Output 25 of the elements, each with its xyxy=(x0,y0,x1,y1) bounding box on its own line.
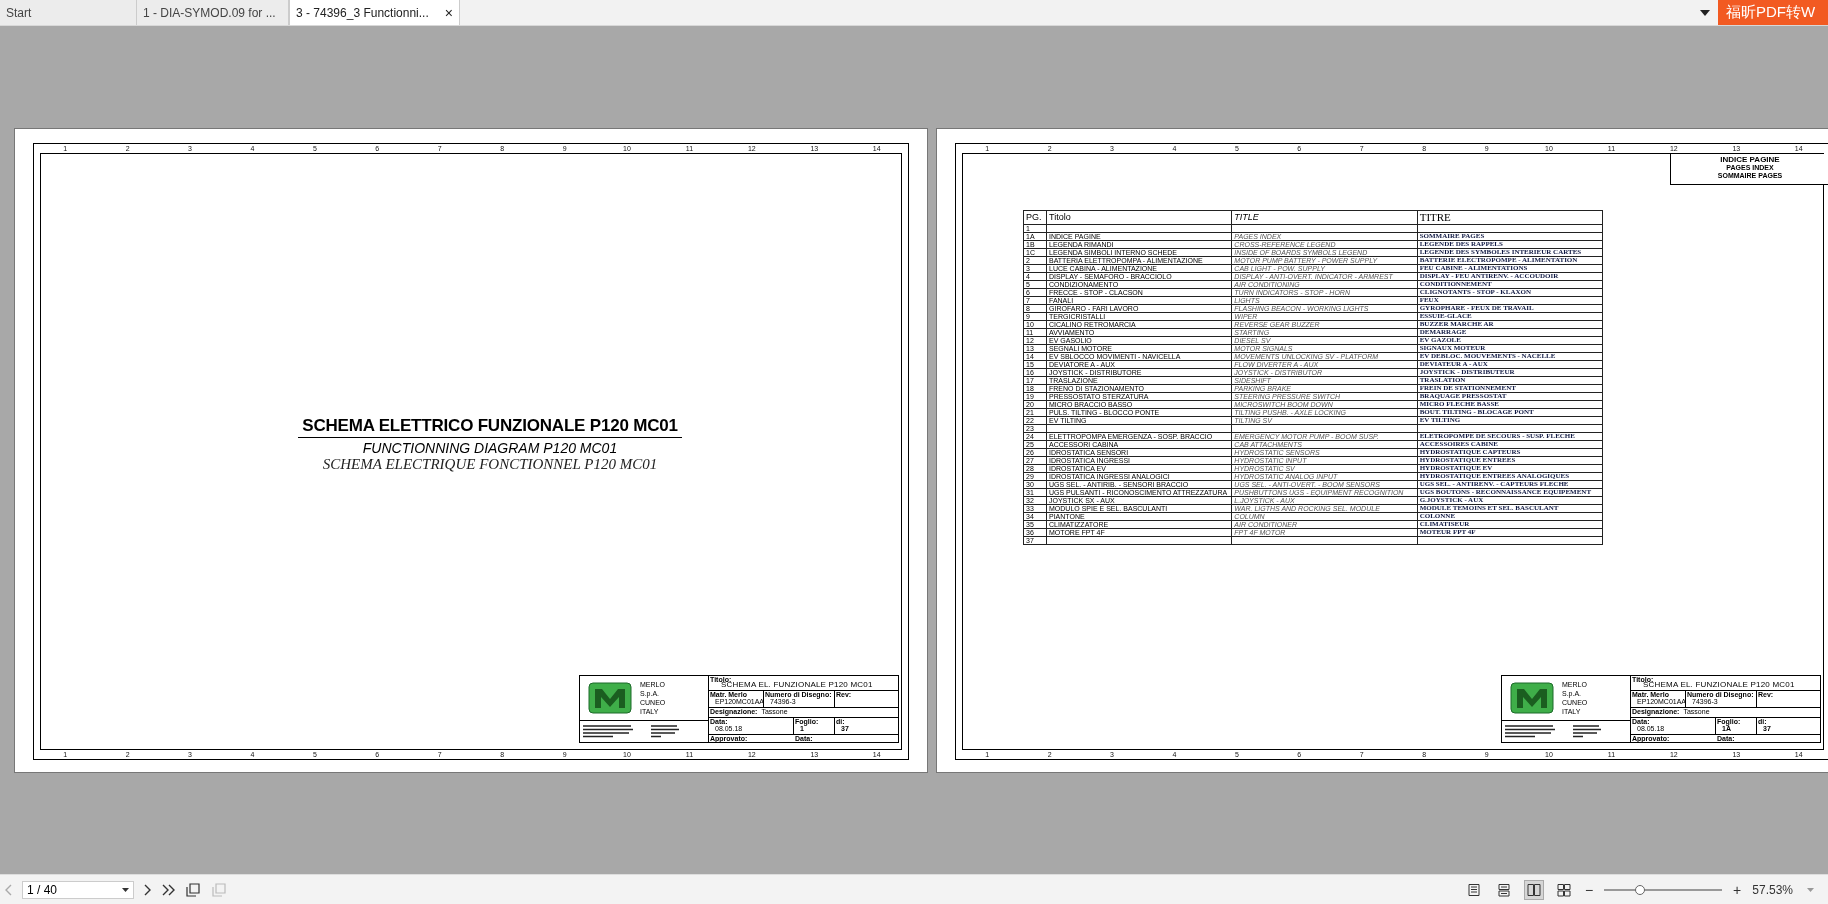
document-tab[interactable]: 1 - DIA-SYMOD.09 for ... xyxy=(137,0,289,25)
page-layout-button[interactable] xyxy=(1523,879,1544,900)
last-page-icon[interactable] xyxy=(162,883,175,896)
document-tab[interactable]: 3 - 74396_3 Functionni... × xyxy=(289,0,460,25)
column-header: TITLE xyxy=(1231,210,1418,225)
diagram-title: SCHEMA ELETTRICO FUNZIONALE P120 MC01 xyxy=(298,416,682,438)
company-logo-icon xyxy=(588,682,632,714)
previous-view-icon[interactable] xyxy=(185,881,201,898)
caret-down-icon[interactable] xyxy=(122,887,129,892)
index-title: INDICE PAGINE xyxy=(1720,155,1780,164)
document-tab[interactable]: Start xyxy=(0,0,137,25)
caret-down-icon[interactable] xyxy=(1700,9,1710,16)
zoom-in-button[interactable]: + xyxy=(1732,881,1743,898)
column-header: TITRE xyxy=(1417,210,1603,225)
column-header: PG. xyxy=(1023,210,1047,225)
close-tab-button[interactable]: × xyxy=(444,4,453,21)
zoom-out-button[interactable]: − xyxy=(1583,881,1595,898)
company-logo-icon xyxy=(1510,682,1554,714)
next-page-icon[interactable] xyxy=(144,883,152,896)
diagram-subtitle: FUNCTIONNING DIAGRAM P120 MC01 xyxy=(362,440,618,456)
diagram-subtitle: SCHEMA ELECTRIQUE FONCTIONNEL P120 MC01 xyxy=(322,456,658,473)
column-header: Titolo xyxy=(1046,210,1232,225)
zoom-percent-field[interactable]: 57.53% xyxy=(1752,882,1818,897)
page-number-field[interactable]: 1 / 40 xyxy=(22,880,134,899)
zoom-slider-thumb[interactable] xyxy=(1634,884,1645,895)
